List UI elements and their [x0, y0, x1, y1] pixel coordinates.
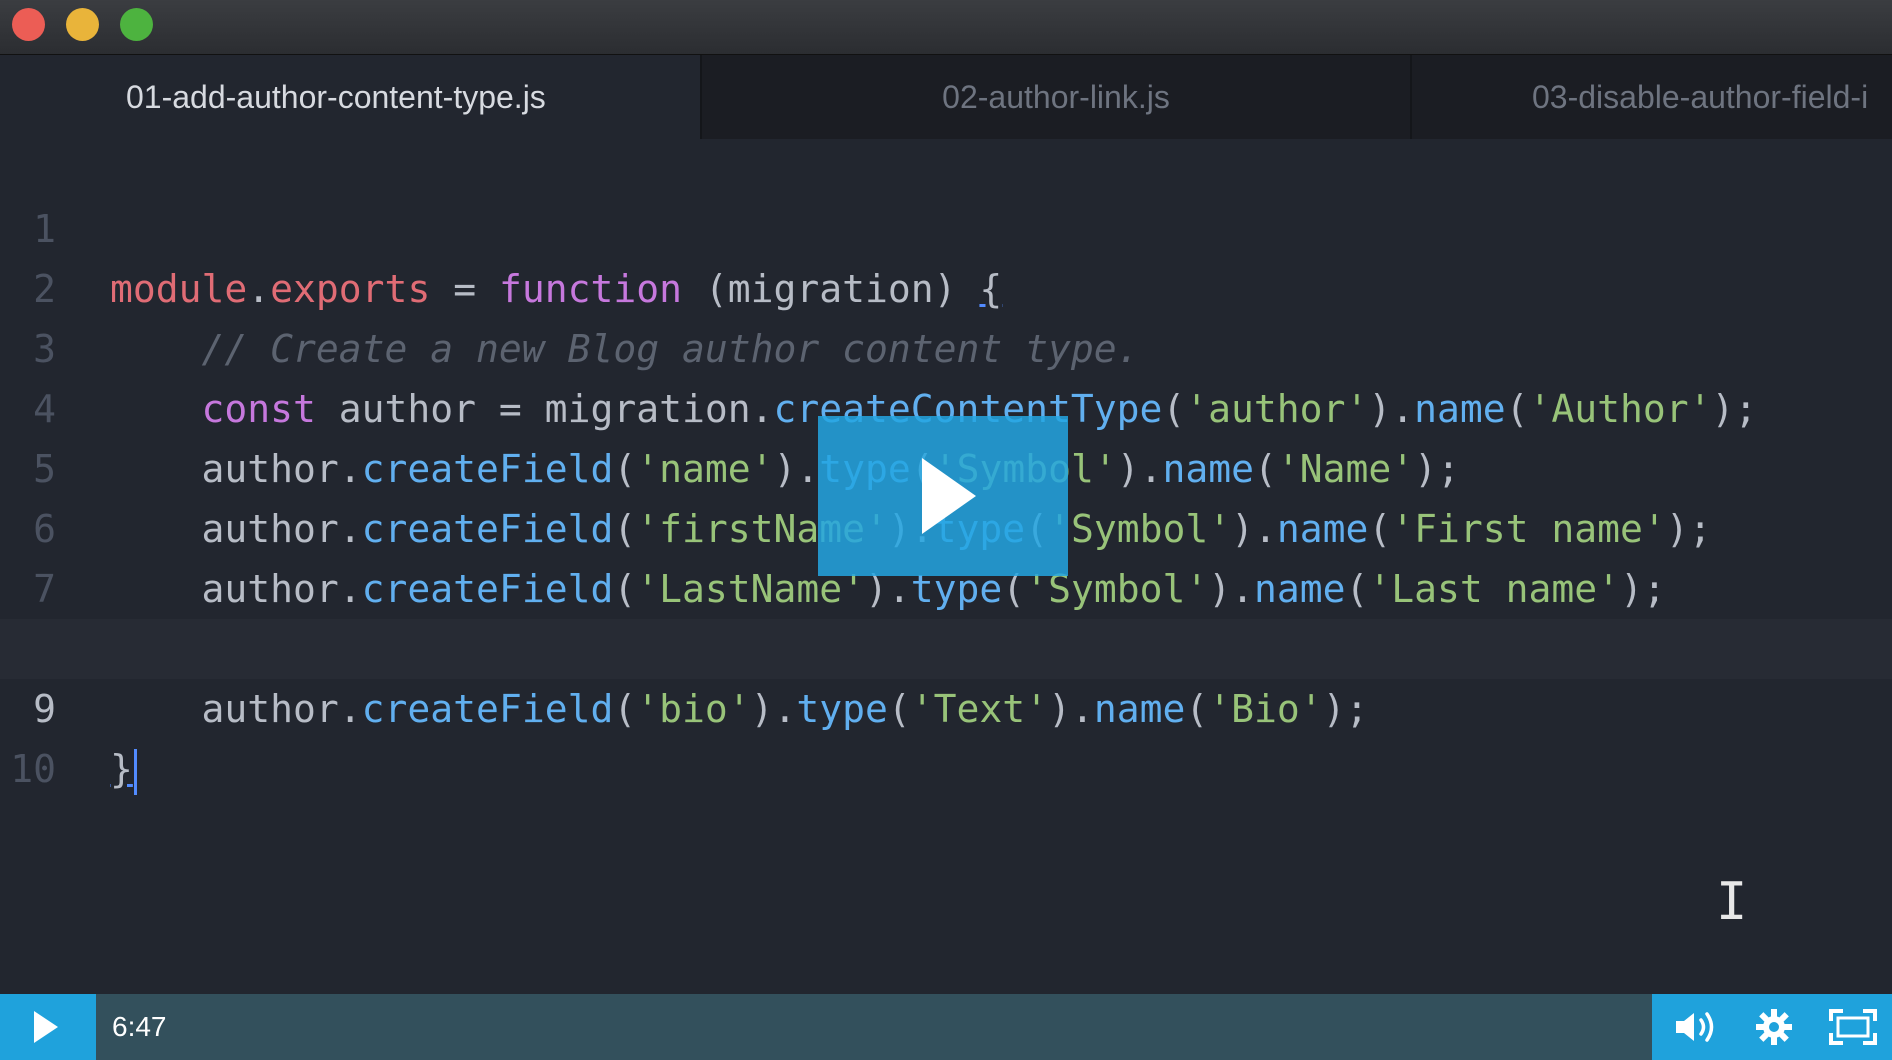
- video-player-bar: 6:47: [0, 994, 1892, 1060]
- code-line: 3 const author = migration.createContent…: [0, 259, 1892, 431]
- gear-icon[interactable]: [1740, 994, 1808, 1060]
- zoom-window-button[interactable]: [120, 8, 153, 41]
- player-controls: [1652, 994, 1892, 1060]
- window-titlebar: [0, 0, 1892, 55]
- minimize-window-button[interactable]: [66, 8, 99, 41]
- tab-02-author-link[interactable]: 02-author-link.js: [702, 55, 1412, 139]
- editor-tab-bar: 01-add-author-content-type.js 02-author-…: [0, 55, 1892, 139]
- fullscreen-icon[interactable]: [1818, 994, 1888, 1060]
- playback-time: 6:47: [112, 1011, 167, 1042]
- code-line: 2 // Create a new Blog author content ty…: [0, 199, 1892, 371]
- text-cursor: [133, 748, 137, 795]
- big-play-button[interactable]: [818, 416, 1068, 576]
- tab-label: 02-author-link.js: [942, 79, 1170, 115]
- ibeam-cursor-icon: I: [1716, 872, 1748, 932]
- tab-label: 03-disable-author-field-i: [1532, 79, 1869, 115]
- code-line: 10: [0, 679, 1892, 791]
- code-line: 4 author.createField('name').type('Symbo…: [0, 319, 1892, 491]
- code-line-current: 9 }: [0, 619, 1892, 795]
- line-number: 10: [10, 747, 56, 791]
- volume-icon[interactable]: [1662, 994, 1730, 1060]
- code-line: 1 module.exports = function (migration) …: [0, 139, 1892, 311]
- tab-03-disable-author-field[interactable]: 03-disable-author-field-i: [1412, 55, 1892, 139]
- tab-01-add-author-content-type[interactable]: 01-add-author-content-type.js: [0, 55, 702, 139]
- code-text: }: [110, 739, 137, 799]
- tab-label: 01-add-author-content-type.js: [126, 79, 546, 115]
- play-button[interactable]: [0, 994, 96, 1060]
- close-window-button[interactable]: [12, 8, 45, 41]
